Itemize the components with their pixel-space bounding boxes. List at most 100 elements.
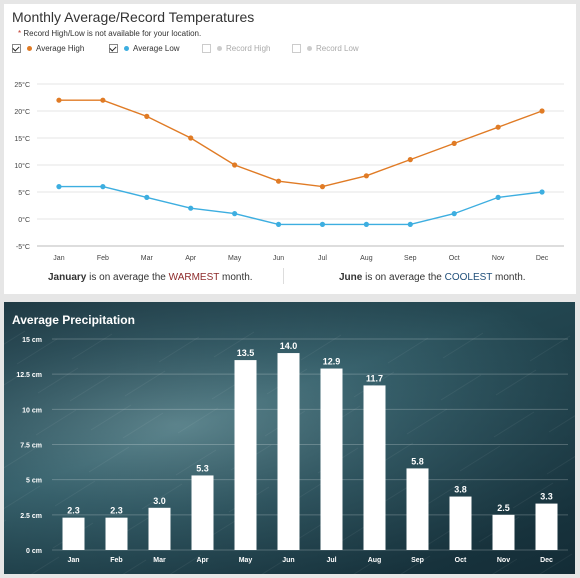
precip-bar	[535, 503, 558, 550]
precip-x-tick-label: Sep	[411, 557, 424, 564]
rain-streak	[406, 408, 448, 435]
precip-bar	[320, 368, 343, 550]
rain-streak	[90, 404, 132, 431]
rain-streak	[440, 374, 482, 401]
data-point-average-high	[407, 157, 413, 163]
temp-x-tick-label: Sep	[404, 255, 417, 262]
precip-x-tick-label: Apr	[196, 557, 208, 564]
data-point-average-low	[407, 221, 413, 227]
data-point-average-low	[232, 211, 238, 217]
rain-streak	[442, 332, 484, 359]
series-line-average-high	[58, 99, 543, 188]
precip-y-tick-label: 0 cm	[26, 548, 42, 555]
data-point-average-high	[188, 135, 194, 141]
precip-value-label: 5.3	[196, 463, 209, 473]
rain-streak	[177, 407, 219, 434]
precip-value-label: 13.5	[237, 348, 255, 358]
data-point-average-high	[495, 124, 501, 130]
data-point-average-low	[363, 221, 369, 227]
rain-streak	[400, 555, 431, 574]
temp-y-tick-label: 5°C	[18, 189, 30, 197]
data-point-average-high	[363, 173, 369, 179]
precipitation-chart: 15 cm 12.5 cm 10 cm 7.5 cm 5 cm 2.5 cm 0 cm 2.3…	[4, 302, 575, 574]
data-point-average-high	[451, 140, 457, 146]
data-point-average-low	[319, 221, 326, 227]
precip-bar	[62, 517, 85, 550]
precip-x-tick-label: Jun	[282, 557, 294, 564]
temp-x-tick-label: Jul	[318, 255, 327, 262]
rain-streak	[69, 375, 111, 402]
rain-streak	[30, 556, 60, 574]
precip-x-tick-label: Jan	[67, 557, 79, 564]
rain-streak	[122, 412, 164, 439]
precip-value-label: 2.3	[110, 506, 123, 516]
precip-value-label: 12.9	[323, 357, 341, 367]
data-point-average-low	[495, 194, 501, 200]
coolest-word: COOLEST	[444, 272, 493, 283]
temp-y-tick-label: 10°C	[14, 162, 30, 170]
precip-value-label: 3.3	[540, 492, 553, 502]
warmest-suffix: month.	[221, 272, 253, 283]
data-point-average-high	[144, 113, 150, 119]
temp-x-tick-label: Dec	[536, 255, 549, 262]
precip-x-tick-label: Feb	[110, 557, 122, 564]
temp-x-tick-label: Aug	[360, 255, 373, 262]
coolest-summary: June is on average the COOLEST month.	[339, 272, 526, 283]
temp-y-tick-label: 0°C	[18, 216, 30, 224]
precip-value-label: 14.0	[280, 341, 298, 351]
rain-streak	[35, 409, 77, 436]
rain-streak	[71, 333, 113, 360]
precip-x-tick-label: Jul	[326, 557, 336, 564]
warmest-word: WARMEST	[168, 272, 220, 283]
data-point-average-high	[275, 178, 282, 184]
temp-x-tick-label: Oct	[449, 255, 460, 262]
precip-bar	[148, 507, 171, 550]
coolest-suffix: month.	[495, 272, 526, 283]
precip-y-tick-label: 7.5 cm	[20, 443, 42, 450]
temp-x-tick-label: Feb	[97, 255, 109, 262]
temperature-chart: 25°C 20°C 15°C 10°C 5°C 0°C -5°C Jan Feb Mar Apr Ma…	[14, 81, 564, 262]
temp-x-tick-label: Nov	[492, 255, 505, 262]
precip-value-label: 3.8	[454, 485, 467, 495]
precip-bar	[234, 360, 257, 550]
temperature-panel: Monthly Average/Record Temperatures * Re…	[4, 4, 576, 294]
temp-y-tick-label: 15°C	[14, 135, 30, 143]
rain-streak	[124, 370, 166, 397]
precip-bar	[492, 514, 515, 550]
precip-value-label: 3.0	[153, 496, 166, 506]
coolest-month: June	[339, 272, 363, 283]
rain-streak	[493, 411, 535, 438]
data-point-average-high	[539, 108, 545, 114]
precip-bar	[363, 385, 386, 550]
data-point-average-low	[56, 184, 62, 190]
precip-bar	[406, 468, 429, 550]
rain-streak	[4, 485, 41, 510]
precip-y-tick-label: 2.5 cm	[20, 513, 42, 520]
precip-value-label: 5.8	[411, 456, 424, 466]
precip-x-tick-label: Nov	[497, 557, 510, 564]
precip-y-tick-label: 5 cm	[26, 478, 42, 485]
rain-streak	[529, 335, 571, 362]
data-point-average-high	[232, 162, 238, 168]
precip-x-tick-label: Oct	[455, 557, 467, 564]
data-point-average-low	[188, 205, 194, 211]
temp-x-tick-label: May	[228, 255, 242, 262]
rain-streak	[37, 367, 79, 394]
precip-value-label: 2.3	[67, 506, 80, 516]
rain-streak	[459, 445, 501, 472]
precip-y-tick-label: 12.5 cm	[16, 372, 42, 379]
data-point-average-low	[100, 184, 106, 190]
precip-bar	[191, 475, 214, 550]
data-point-average-high	[319, 184, 326, 190]
rain-streak	[88, 446, 130, 473]
temp-x-tick-label: Jan	[53, 255, 64, 262]
data-point-average-low	[451, 211, 457, 217]
temp-y-tick-label: 25°C	[14, 81, 30, 89]
temp-x-tick-label: Jun	[273, 255, 284, 262]
precip-x-tick-label: Mar	[153, 557, 166, 564]
warmest-prefix: is on average the	[89, 272, 166, 283]
precip-y-tick-label: 15 cm	[22, 337, 42, 344]
precip-y-tick-label: 10 cm	[22, 407, 42, 414]
rain-streak	[4, 519, 7, 522]
precip-bar	[277, 353, 300, 550]
